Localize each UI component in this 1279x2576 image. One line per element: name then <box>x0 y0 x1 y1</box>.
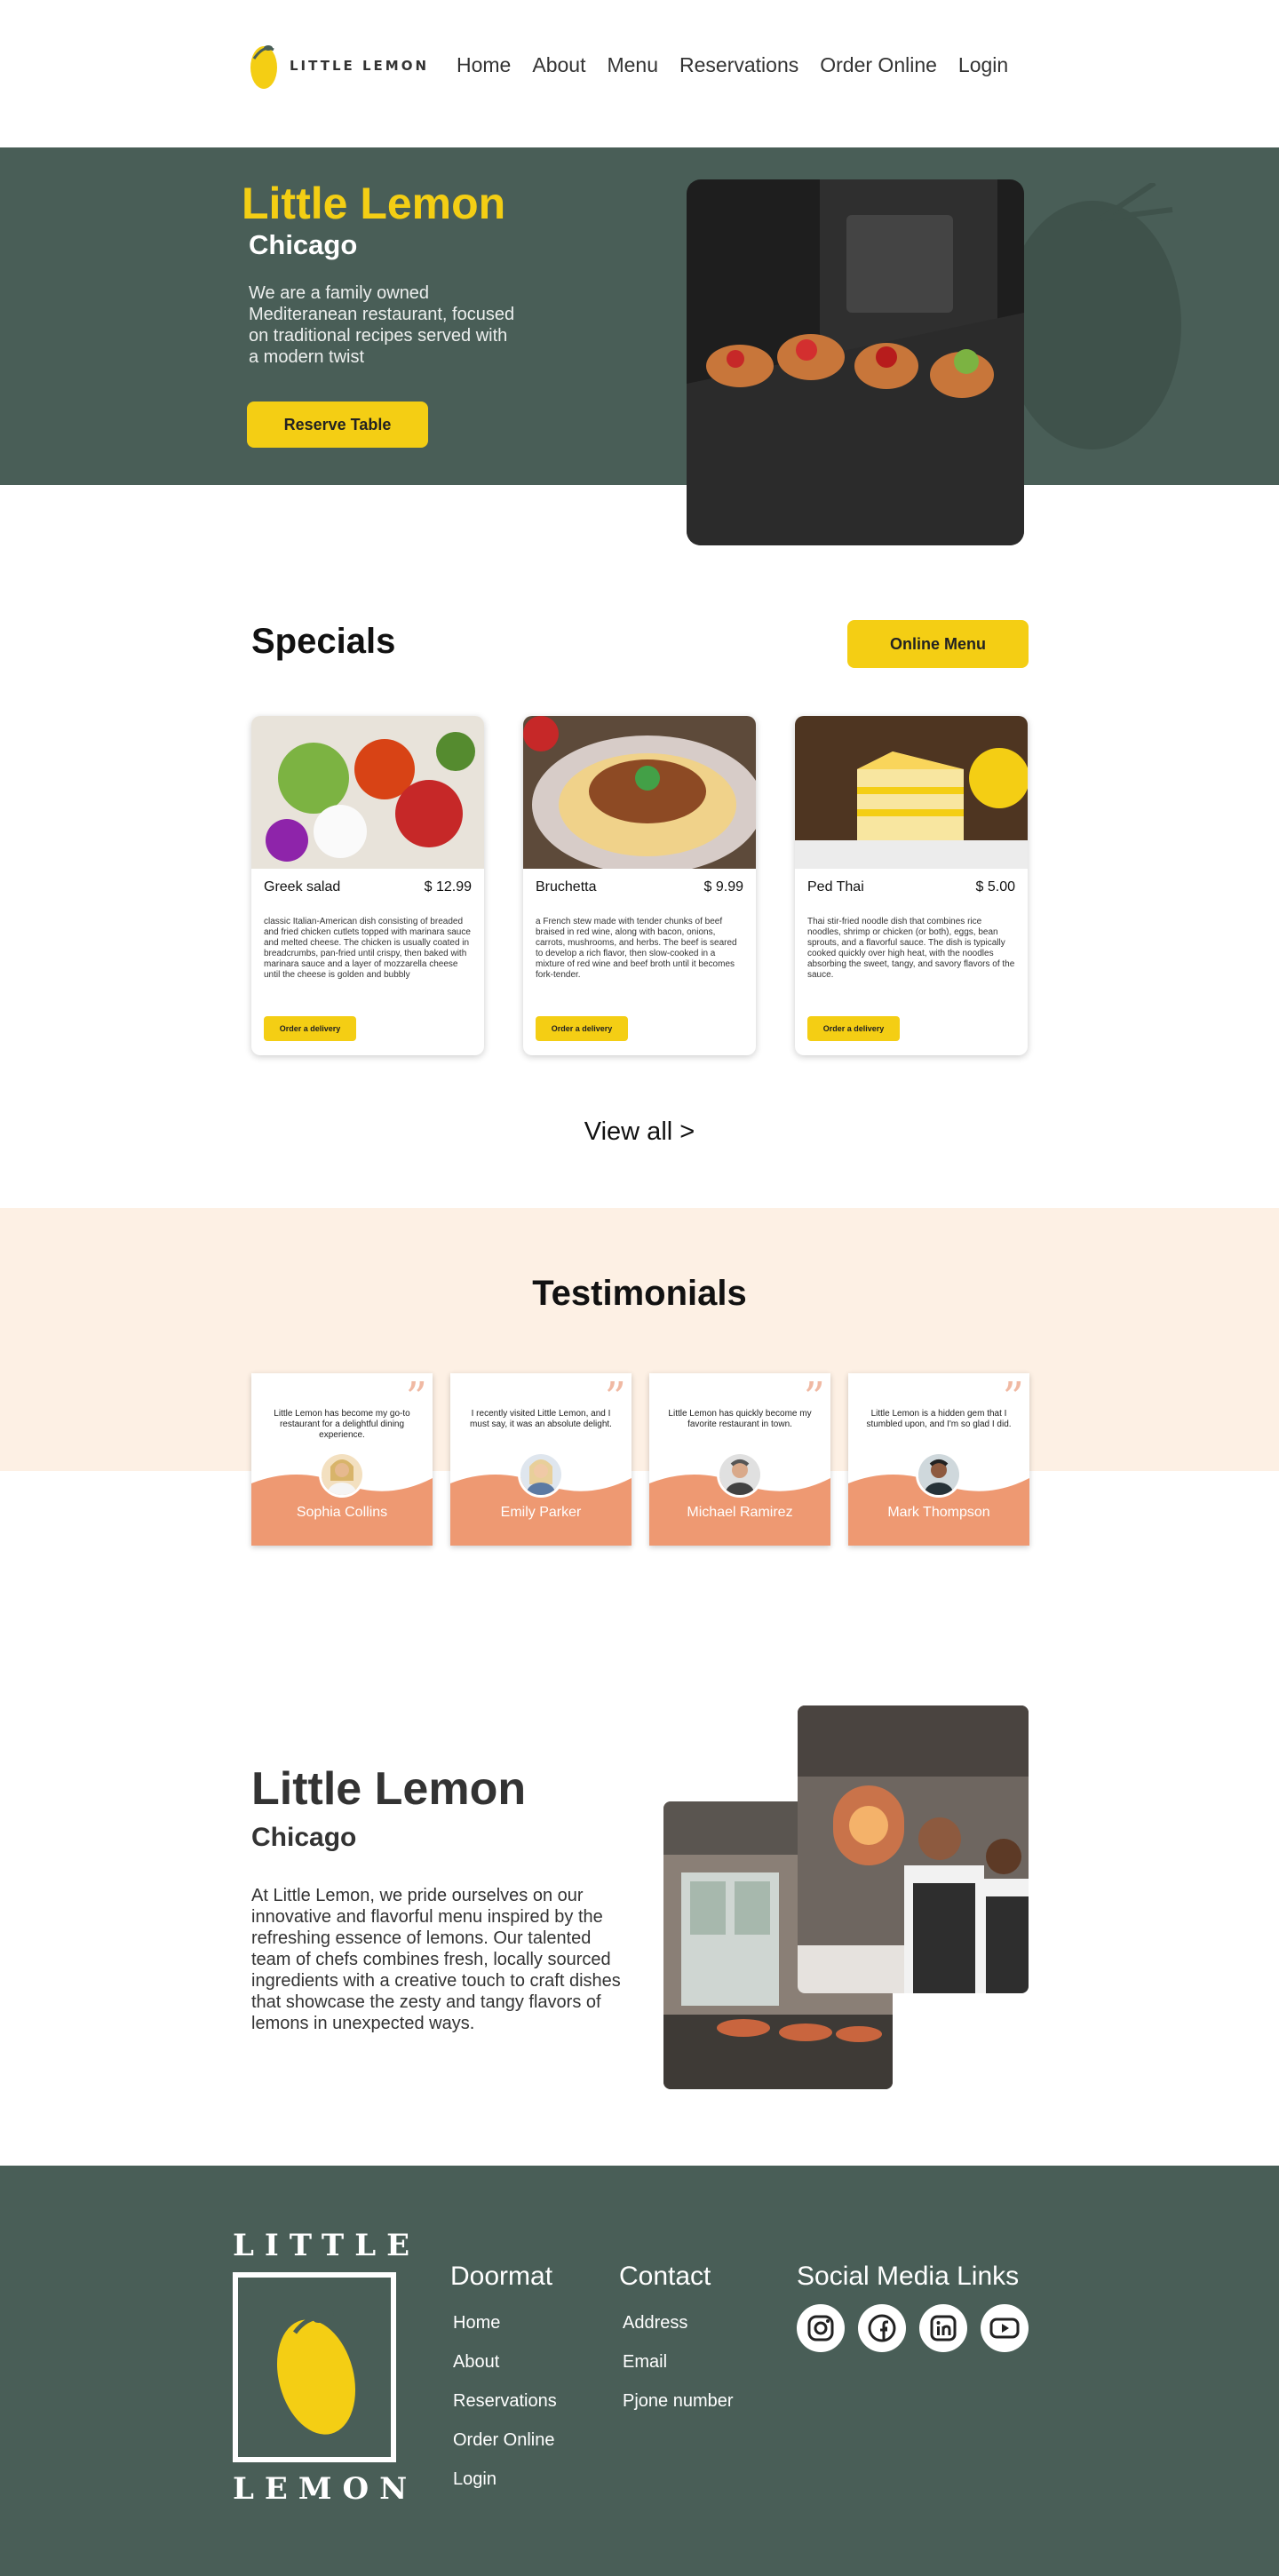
nav-about[interactable]: About <box>532 53 585 77</box>
testimonial-text: Little Lemon is a hidden gem that I stum… <box>866 1409 1012 1429</box>
footer-logo[interactable]: LITTLE LEMON <box>233 2228 421 2507</box>
footer-logo-frame <box>233 2272 396 2462</box>
hero-description: We are a family owned Mediteranean resta… <box>249 283 515 367</box>
footer-link-phone[interactable]: Pjone number <box>623 2391 734 2412</box>
dish-name: Bruchetta <box>536 879 597 894</box>
contact-title: Contact <box>619 2262 711 2291</box>
nav-login[interactable]: Login <box>958 53 1008 77</box>
testimonials-section <box>0 1208 1279 1471</box>
testimonial-name: Emily Parker <box>500 1505 582 1520</box>
lemon-logo-icon <box>250 45 277 89</box>
hero-section: Little Lemon Chicago We are a family own… <box>0 147 1279 485</box>
bruchetta-image <box>523 716 756 874</box>
nav-order-online[interactable]: Order Online <box>820 53 937 77</box>
testimonial-card: ” Little Lemon has become my go-to resta… <box>251 1373 433 1546</box>
about-title: Little Lemon <box>251 1763 527 1815</box>
testimonial-card: ” I recently visited Little Lemon, and I… <box>450 1373 632 1546</box>
linkedin-icon[interactable] <box>919 2304 967 2352</box>
nav-reservations[interactable]: Reservations <box>679 53 798 77</box>
hero-title: Little Lemon <box>242 179 506 228</box>
social-media-title: Social Media Links <box>797 2262 1020 2291</box>
avatar <box>717 1451 763 1498</box>
instagram-icon[interactable] <box>797 2304 845 2352</box>
header-logo[interactable]: LITTLE LEMON <box>249 41 429 91</box>
special-card-greek-salad: Greek salad $ 12.99 classic Italian-Amer… <box>251 716 484 1055</box>
reserve-table-button[interactable]: Reserve Table <box>247 402 428 448</box>
special-card-bruchetta: Bruchetta $ 9.99 a French stew made with… <box>523 716 756 1055</box>
dish-price: $ 5.00 <box>975 879 1015 894</box>
site-header: LITTLE LEMON Home About Menu Reservation… <box>0 0 1279 147</box>
ped-thai-image <box>795 716 1028 869</box>
footer-link-home[interactable]: Home <box>453 2313 500 2334</box>
dish-description: a French stew made with tender chunks of… <box>536 917 737 980</box>
chefs-image <box>798 1705 1029 1993</box>
testimonial-text: Little Lemon has quickly become my favor… <box>668 1409 812 1429</box>
footer-link-email[interactable]: Email <box>623 2352 667 2373</box>
site-footer: LITTLE LEMON Doormat Home About Reservat… <box>0 2166 1279 2576</box>
logo-text: LITTLE LEMON <box>290 58 430 74</box>
online-menu-button[interactable]: Online Menu <box>847 620 1029 668</box>
testimonial-name: Michael Ramirez <box>687 1505 793 1520</box>
about-description: At Little Lemon, we pride ourselves on o… <box>251 1886 621 2033</box>
testimonial-card: ” Little Lemon has quickly become my fav… <box>649 1373 830 1546</box>
dish-description: classic Italian-American dish consisting… <box>264 917 471 980</box>
nav-menu[interactable]: Menu <box>607 53 658 77</box>
avatar <box>916 1451 962 1498</box>
facebook-icon[interactable] <box>858 2304 906 2352</box>
testimonials-title: Testimonials <box>532 1274 747 1313</box>
hero-subtitle: Chicago <box>249 229 358 260</box>
footer-logo-top: LITTLE <box>233 2228 421 2263</box>
youtube-icon[interactable] <box>981 2304 1029 2352</box>
testimonial-text: I recently visited Little Lemon, and I m… <box>470 1409 612 1429</box>
view-all-link[interactable]: View all > <box>0 1117 1279 1147</box>
order-delivery-button[interactable]: Order a delivery <box>264 1016 356 1041</box>
about-subtitle: Chicago <box>251 1823 357 1852</box>
dish-name: Ped Thai <box>807 879 864 894</box>
footer-link-order-online[interactable]: Order Online <box>453 2430 555 2451</box>
footer-link-reservations[interactable]: Reservations <box>453 2391 557 2412</box>
hero-food-image <box>687 179 1024 545</box>
order-delivery-button[interactable]: Order a delivery <box>807 1016 900 1041</box>
dish-name: Greek salad <box>264 879 341 894</box>
testimonial-name: Mark Thompson <box>887 1505 990 1520</box>
avatar <box>518 1451 564 1498</box>
greek-salad-image <box>251 716 484 869</box>
testimonial-name: Sophia Collins <box>296 1505 388 1520</box>
specials-title: Specials <box>251 622 396 661</box>
dish-price: $ 12.99 <box>424 879 472 894</box>
dish-price: $ 9.99 <box>703 879 743 894</box>
footer-link-about[interactable]: About <box>453 2352 499 2373</box>
avatar <box>319 1451 365 1498</box>
dish-description: Thai stir-fried noodle dish that combine… <box>807 917 1015 980</box>
lemon-logo-icon <box>276 2310 356 2435</box>
footer-link-login[interactable]: Login <box>453 2469 497 2490</box>
main-nav: Home About Menu Reservations Order Onlin… <box>457 53 1008 77</box>
testimonial-text: Little Lemon has become my go-to restaur… <box>274 1409 410 1440</box>
order-delivery-button[interactable]: Order a delivery <box>536 1016 628 1041</box>
nav-home[interactable]: Home <box>457 53 511 77</box>
footer-logo-bottom: LEMON <box>233 2471 418 2507</box>
special-card-ped-thai: Ped Thai $ 5.00 Thai stir-fried noodle d… <box>795 716 1028 1055</box>
doormat-title: Doormat <box>450 2262 553 2291</box>
footer-link-address[interactable]: Address <box>623 2313 687 2334</box>
testimonial-card: ” Little Lemon is a hidden gem that I st… <box>848 1373 1029 1546</box>
